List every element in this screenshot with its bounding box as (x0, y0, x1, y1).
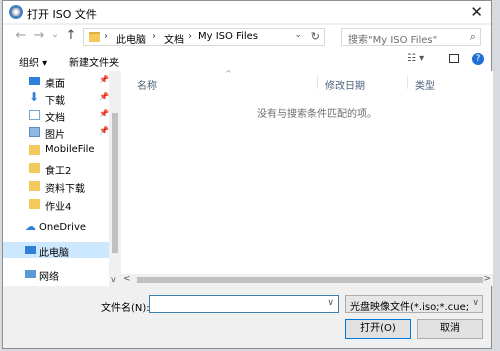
scroll-right-arrow[interactable]: > (483, 274, 491, 284)
help-icon[interactable]: ? (472, 53, 484, 65)
scrollbar-thumb[interactable] (112, 113, 118, 253)
sidebar-item-label: 食工2 (45, 166, 72, 177)
breadcrumb-my-iso-files[interactable]: My ISO Files (198, 31, 258, 42)
sidebar-item-mobilefile[interactable]: MobileFile (3, 142, 109, 158)
sidebar-item-label: 资料下载 (45, 184, 85, 195)
sidebar-item-downloads-folder[interactable]: 资料下载 (3, 178, 109, 195)
horizontal-scrollbar[interactable]: < > (121, 274, 493, 286)
sidebar-item-this-pc[interactable]: 此电脑 (3, 242, 109, 259)
title-bar: 打开 ISO 文件 ✕ (3, 1, 491, 23)
pin-icon: 📌 (99, 92, 109, 101)
sidebar-item-label: 下载 (45, 96, 65, 107)
close-icon[interactable]: ✕ (470, 3, 483, 21)
scrollbar-thumb[interactable] (137, 277, 483, 283)
folder-icon (29, 145, 40, 155)
search-icon[interactable]: ⌕ (470, 30, 476, 44)
file-list: ^ 名称 修改日期 类型 没有与搜索条件匹配的项。 < > (121, 69, 493, 286)
cloud-icon: ☁ (25, 220, 36, 233)
filename-label: 文件名(N): (101, 303, 150, 314)
column-header-name[interactable]: 名称 (137, 77, 157, 92)
search-box[interactable]: 搜索"My ISO Files" ⌕ (341, 28, 481, 46)
search-placeholder: 搜索"My ISO Files" (348, 35, 438, 46)
sidebar-item-network[interactable]: 网络 (3, 266, 109, 283)
open-button[interactable]: 打开(O) (345, 319, 411, 339)
sidebar-item-folder-2[interactable]: 食工2 (3, 160, 109, 177)
navigation-pane: 桌面 📌 ⬇ 下载 📌 文档 📌 图片 📌 MobileFile 食工2 资料下… (3, 71, 121, 286)
sidebar-item-label: 图片 (45, 130, 65, 141)
sidebar-item-label: 作业4 (45, 202, 72, 213)
sidebar-scrollbar[interactable]: v (109, 71, 121, 286)
document-icon (29, 110, 40, 120)
disc-icon (9, 5, 23, 19)
column-header-type[interactable]: 类型 (415, 77, 435, 92)
sidebar-item-desktop[interactable]: 桌面 📌 (3, 73, 109, 90)
address-dropdown-button[interactable]: ⌄ (294, 30, 302, 40)
organize-button[interactable]: 组织 ▾ (19, 54, 47, 69)
sort-indicator-icon: ^ (225, 69, 232, 78)
pin-icon: 📌 (99, 126, 109, 135)
computer-icon (25, 246, 36, 254)
refresh-icon[interactable]: ↻ (311, 30, 320, 43)
scroll-left-arrow[interactable]: < (123, 274, 131, 284)
sidebar-item-label: 网络 (39, 272, 59, 283)
desktop-icon (29, 77, 40, 85)
breadcrumb-documents[interactable]: 文档 (164, 31, 184, 46)
sidebar-item-label: 文档 (45, 113, 65, 124)
recent-locations-button[interactable]: ⌄ (47, 29, 63, 40)
preview-pane-icon[interactable] (449, 54, 459, 63)
back-button[interactable]: ← (13, 28, 29, 43)
sidebar-item-label: OneDrive (39, 222, 87, 233)
picture-icon (29, 127, 40, 137)
cancel-button[interactable]: 取消 (417, 319, 483, 339)
command-bar: 组织 ▾ 新建文件夹 ☷ ▾ ? (3, 49, 491, 71)
forward-button[interactable]: → (31, 28, 47, 43)
breadcrumb-separator: › (152, 31, 156, 42)
breadcrumb-this-pc[interactable]: 此电脑 (116, 31, 146, 46)
folder-icon (29, 199, 40, 209)
sidebar-item-label: MobileFile (45, 144, 95, 155)
sidebar-item-onedrive[interactable]: ☁ OneDrive (3, 220, 109, 236)
file-type-value: 光盘映像文件(*.iso;*.cue;*.bin;* (350, 302, 468, 313)
download-icon: ⬇ (29, 90, 40, 104)
sidebar-item-documents[interactable]: 文档 📌 (3, 107, 109, 124)
sidebar-item-pictures[interactable]: 图片 📌 (3, 124, 109, 141)
sidebar-item-downloads[interactable]: ⬇ 下载 📌 (3, 90, 109, 107)
column-divider (407, 75, 408, 89)
chevron-down-icon[interactable]: ∨ (472, 298, 479, 308)
breadcrumb-separator: › (188, 31, 192, 42)
filename-dropdown-button[interactable]: ∨ (327, 298, 334, 308)
file-type-select[interactable]: 光盘映像文件(*.iso;*.cue;*.bin;* ∨ (345, 295, 483, 313)
folder-icon (89, 32, 100, 42)
folder-icon (29, 181, 40, 191)
address-bar[interactable]: › 此电脑 › 文档 › My ISO Files ⌄ ↻ (83, 28, 325, 46)
open-iso-dialog: 打开 ISO 文件 ✕ ← → ⌄ ↑ › 此电脑 › 文档 › My ISO … (2, 0, 493, 349)
sidebar-item-label: 此电脑 (39, 248, 69, 259)
new-folder-button[interactable]: 新建文件夹 (69, 54, 119, 69)
up-button[interactable]: ↑ (63, 28, 79, 43)
window-title: 打开 ISO 文件 (27, 8, 97, 21)
navigation-bar: ← → ⌄ ↑ › 此电脑 › 文档 › My ISO Files ⌄ ↻ 搜索… (3, 25, 491, 49)
column-header-date[interactable]: 修改日期 (325, 77, 365, 92)
filename-field[interactable]: ∨ (149, 295, 339, 313)
sidebar-item-label: 桌面 (45, 79, 65, 90)
pin-icon: 📌 (99, 75, 109, 84)
view-options-button[interactable]: ☷ ▾ (407, 53, 424, 64)
network-icon (25, 270, 36, 278)
column-divider (317, 75, 318, 89)
folder-icon (29, 163, 40, 173)
scroll-down-arrow[interactable]: v (111, 275, 116, 284)
empty-message: 没有与搜索条件匹配的项。 (257, 109, 377, 120)
pin-icon: 📌 (99, 109, 109, 118)
sidebar-item-homework[interactable]: 作业4 (3, 196, 109, 213)
breadcrumb-separator: › (104, 31, 108, 42)
